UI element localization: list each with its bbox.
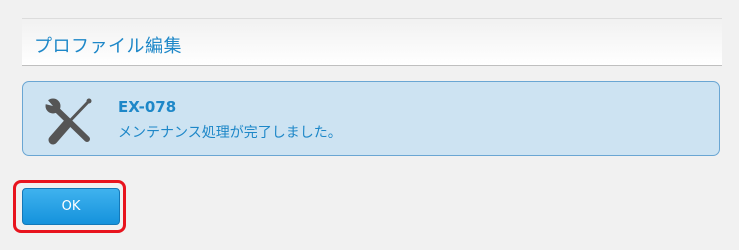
ok-button[interactable]: OK — [22, 188, 120, 225]
tools-icon — [45, 98, 92, 145]
info-message-box: EX-078 メンテナンス処理が完了しました。 — [22, 81, 720, 156]
page-header: プロファイル編集 — [22, 19, 722, 66]
page-title: プロファイル編集 — [34, 36, 182, 57]
message-code: EX-078 — [118, 98, 177, 116]
message-text: メンテナンス処理が完了しました。 — [118, 125, 342, 141]
